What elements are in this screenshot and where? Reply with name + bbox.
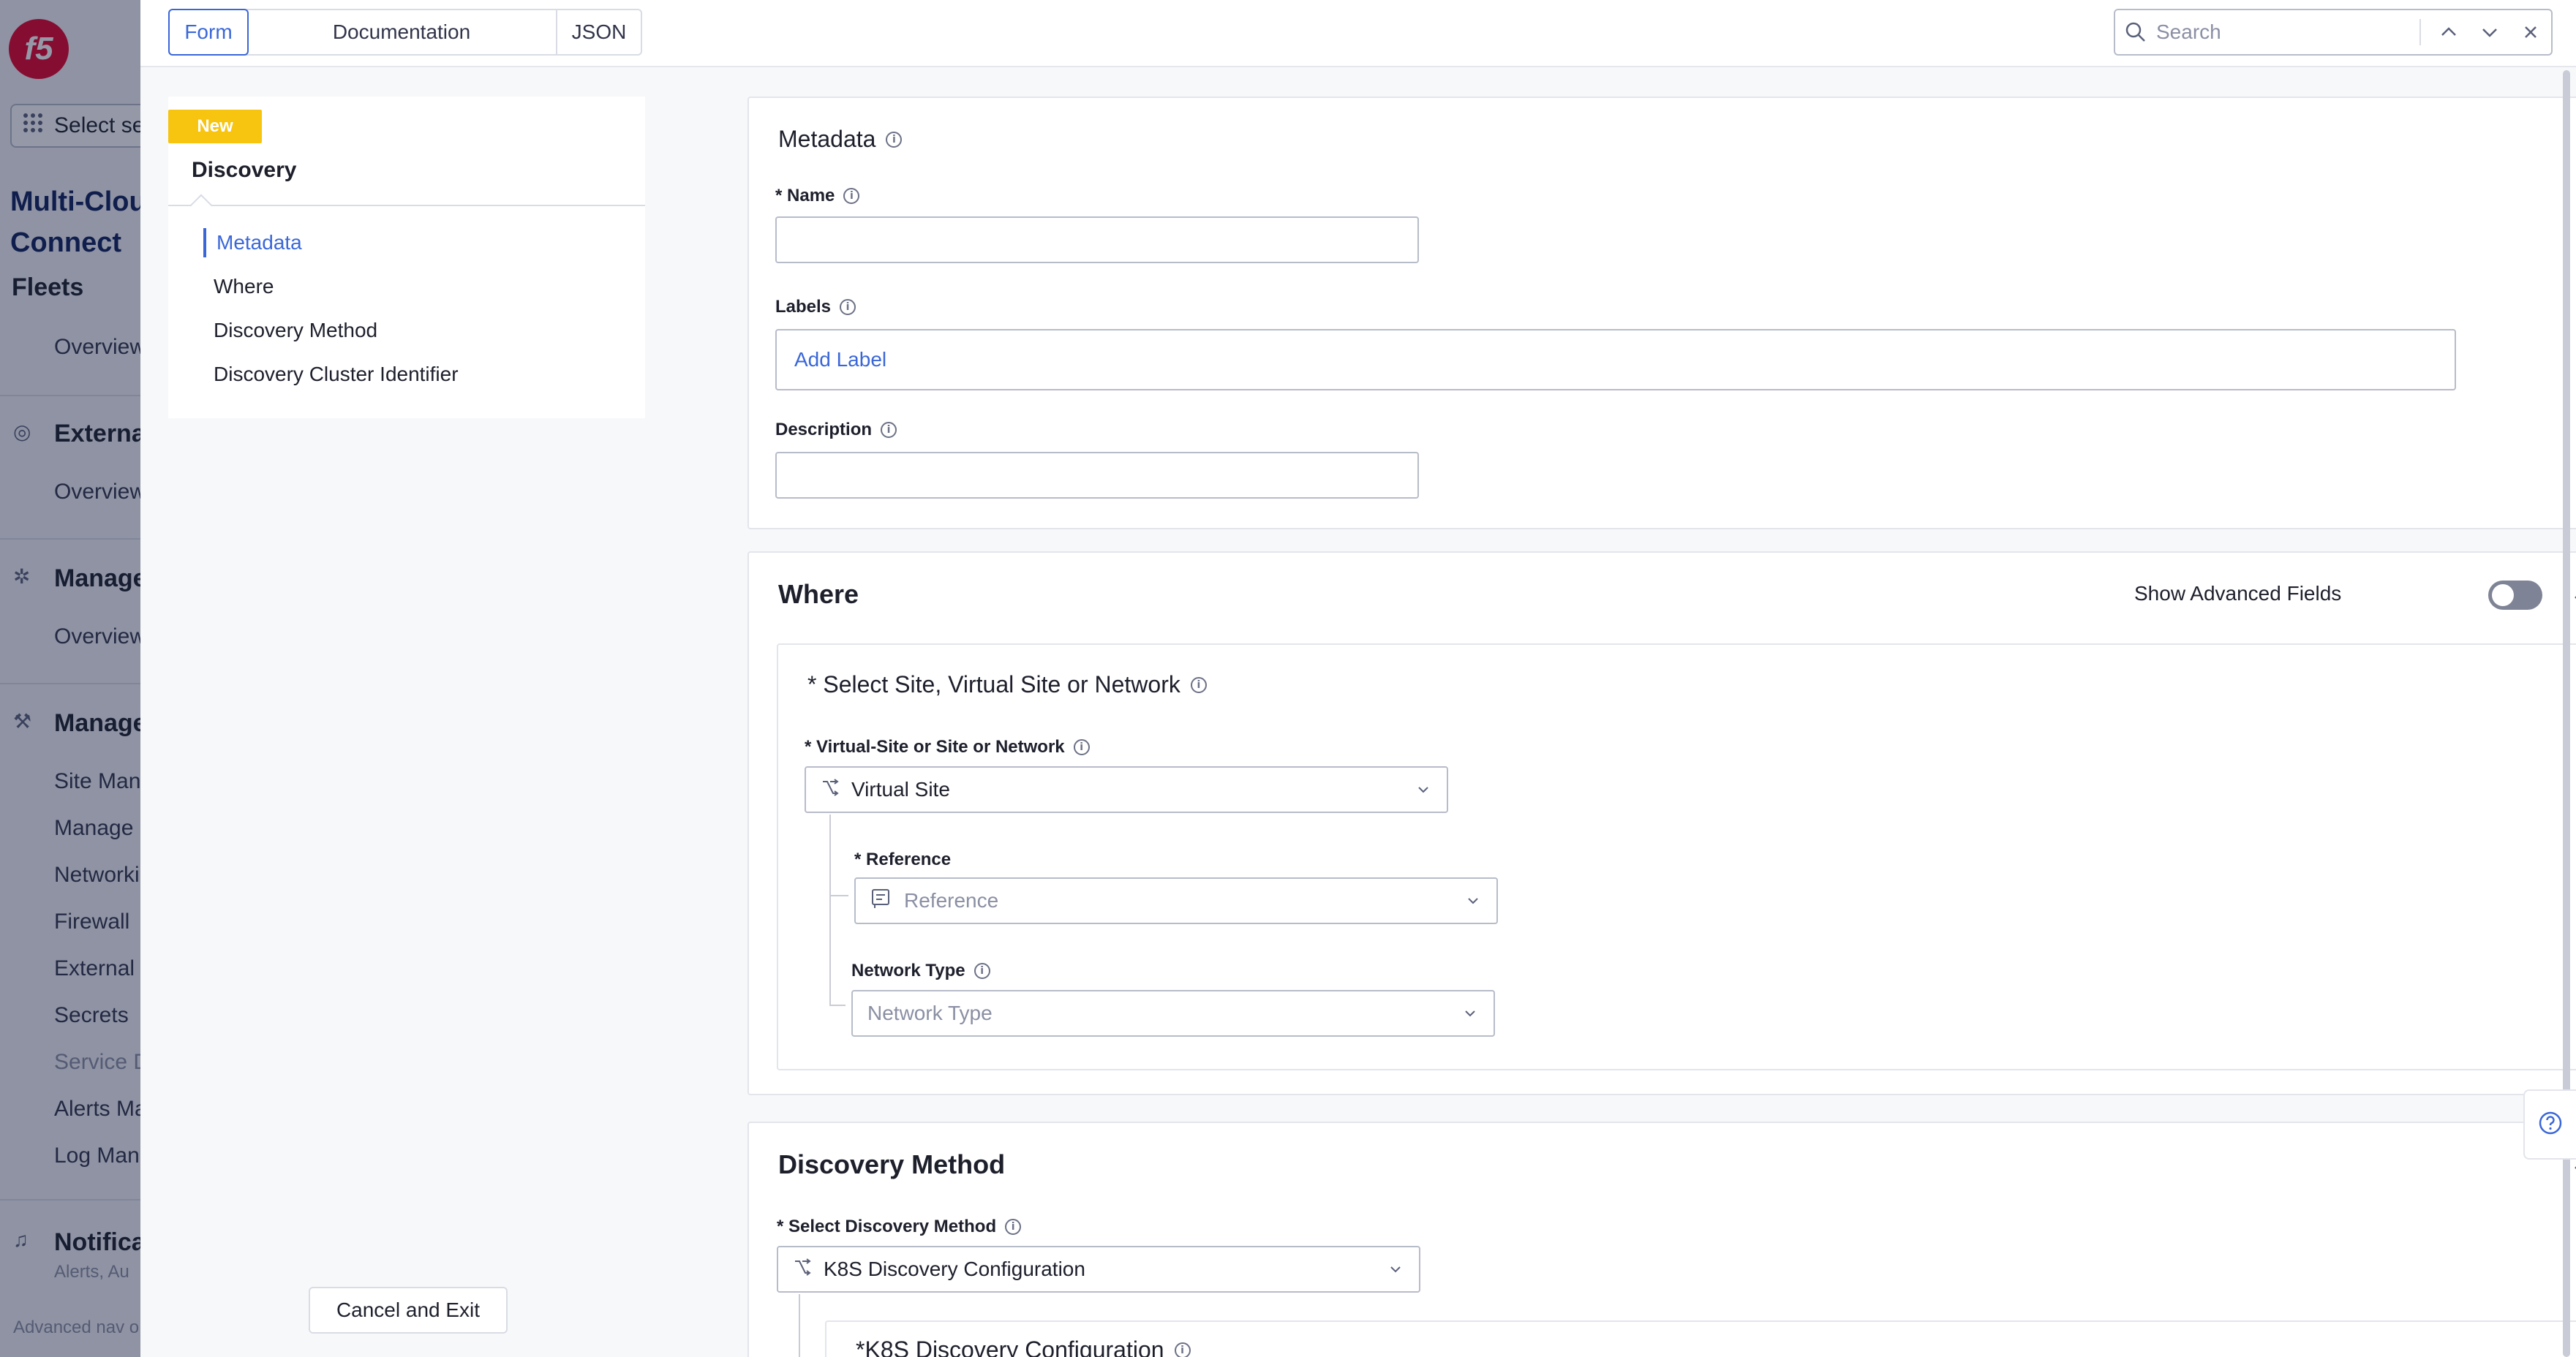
select-site-subsection: * Select Site, Virtual Site or Network i… <box>777 643 2576 1070</box>
network-type-label: Network Type i <box>851 961 990 981</box>
section-navigation: New Discovery Metadata Where Discovery M… <box>168 97 645 418</box>
help-icon <box>2538 1111 2563 1139</box>
chevron-up-icon[interactable] <box>2428 12 2469 53</box>
modal-backdrop[interactable] <box>0 0 146 1357</box>
discovery-method-value: K8S Discovery Configuration <box>824 1258 1085 1280</box>
info-icon[interactable]: i <box>1073 739 1090 755</box>
tree-line <box>799 1294 800 1357</box>
nav-item-metadata[interactable]: Metadata <box>168 221 645 265</box>
close-icon[interactable] <box>2510 12 2551 53</box>
reference-icon <box>870 888 892 915</box>
branch-icon <box>793 1258 812 1282</box>
labels-label: Labels i <box>775 297 856 317</box>
discovery-method-select[interactable]: K8S Discovery Configuration <box>777 1246 1420 1293</box>
chevron-down-icon <box>1387 1260 1404 1278</box>
divider <box>168 205 645 206</box>
tree-line <box>829 895 848 896</box>
tree-line <box>829 1005 846 1006</box>
tab-form[interactable]: Form <box>168 9 249 56</box>
where-title: Where <box>778 579 859 609</box>
metadata-section: Metadata i * Name i Labels i Description… <box>747 97 2576 529</box>
reference-select[interactable]: Reference <box>854 877 1498 924</box>
info-icon[interactable]: i <box>1174 1342 1191 1357</box>
view-tabs: Form Documentation JSON <box>168 9 642 56</box>
where-section: Where Show Advanced Fields * Select Site… <box>747 551 2576 1095</box>
reference-label: * Reference <box>854 850 952 869</box>
subsection-title: * Select Site, Virtual Site or Network i <box>807 671 1207 698</box>
top-toolbar: Form Documentation JSON <box>140 0 2576 67</box>
add-label-input[interactable] <box>777 330 2455 389</box>
name-field <box>775 216 1419 263</box>
cancel-and-exit-button[interactable]: Cancel and Exit <box>309 1287 508 1334</box>
k8s-subsection-title: *K8S Discovery Configuration i <box>856 1337 1191 1357</box>
show-advanced-label: Show Advanced Fields <box>2134 582 2342 605</box>
branch-icon <box>821 778 840 802</box>
chevron-down-icon <box>1464 892 1482 910</box>
reference-placeholder: Reference <box>904 889 999 912</box>
labels-field <box>775 329 2456 390</box>
chevron-down-icon[interactable] <box>2469 12 2510 53</box>
nav-list: Metadata Where Discovery Method Discover… <box>168 221 645 396</box>
scrollbar-thumb[interactable] <box>2563 70 2570 1357</box>
site-choice-select[interactable]: Virtual Site <box>805 766 1448 813</box>
new-badge: New <box>168 110 262 143</box>
info-icon[interactable]: i <box>1190 676 1207 693</box>
chevron-down-icon <box>1461 1005 1479 1022</box>
site-choice-value: Virtual Site <box>851 778 950 801</box>
nav-item-discovery-method[interactable]: Discovery Method <box>168 309 645 352</box>
description-field <box>775 452 1419 499</box>
k8s-discovery-config-subsection: *K8S Discovery Configuration i <box>825 1320 2576 1357</box>
network-type-select[interactable]: Network Type <box>851 990 1495 1037</box>
info-icon[interactable]: i <box>843 188 860 204</box>
site-choice-label: * Virtual-Site or Site or Network i <box>805 737 1090 757</box>
discovery-method-label: * Select Discovery Method i <box>777 1217 1022 1237</box>
info-icon[interactable]: i <box>840 299 856 315</box>
tab-json[interactable]: JSON <box>557 10 641 54</box>
tab-documentation[interactable]: Documentation <box>247 10 557 54</box>
discovery-method-title: Discovery Method <box>778 1149 1006 1179</box>
info-icon[interactable]: i <box>881 422 897 438</box>
discovery-method-section: Discovery Method * Select Discovery Meth… <box>747 1122 2576 1357</box>
metadata-title: Metadata i <box>778 126 903 153</box>
divider <box>2419 19 2421 45</box>
nav-item-where[interactable]: Where <box>168 265 645 309</box>
name-input[interactable] <box>777 218 1417 262</box>
name-label: * Name i <box>775 186 860 206</box>
tree-line <box>829 814 831 1005</box>
chevron-down-icon <box>1415 781 1432 798</box>
info-icon[interactable]: i <box>886 131 903 148</box>
network-type-placeholder: Network Type <box>867 1002 993 1024</box>
search-input[interactable] <box>2156 20 2419 44</box>
info-icon[interactable]: i <box>1005 1219 1022 1235</box>
info-icon[interactable]: i <box>973 963 990 979</box>
form-panel: Form Documentation JSON New Discovery <box>140 0 2576 1357</box>
nav-item-discovery-cluster-identifier[interactable]: Discovery Cluster Identifier <box>168 352 645 396</box>
description-label: Description i <box>775 420 897 440</box>
show-advanced-toggle[interactable] <box>2488 581 2542 610</box>
nav-pointer <box>189 194 213 217</box>
scrollbar[interactable] <box>2561 70 2572 1357</box>
help-button[interactable] <box>2523 1089 2576 1160</box>
search-box <box>2114 9 2553 56</box>
description-input[interactable] <box>777 453 1417 497</box>
search-icon <box>2115 21 2156 43</box>
nav-title: Discovery <box>192 158 297 182</box>
